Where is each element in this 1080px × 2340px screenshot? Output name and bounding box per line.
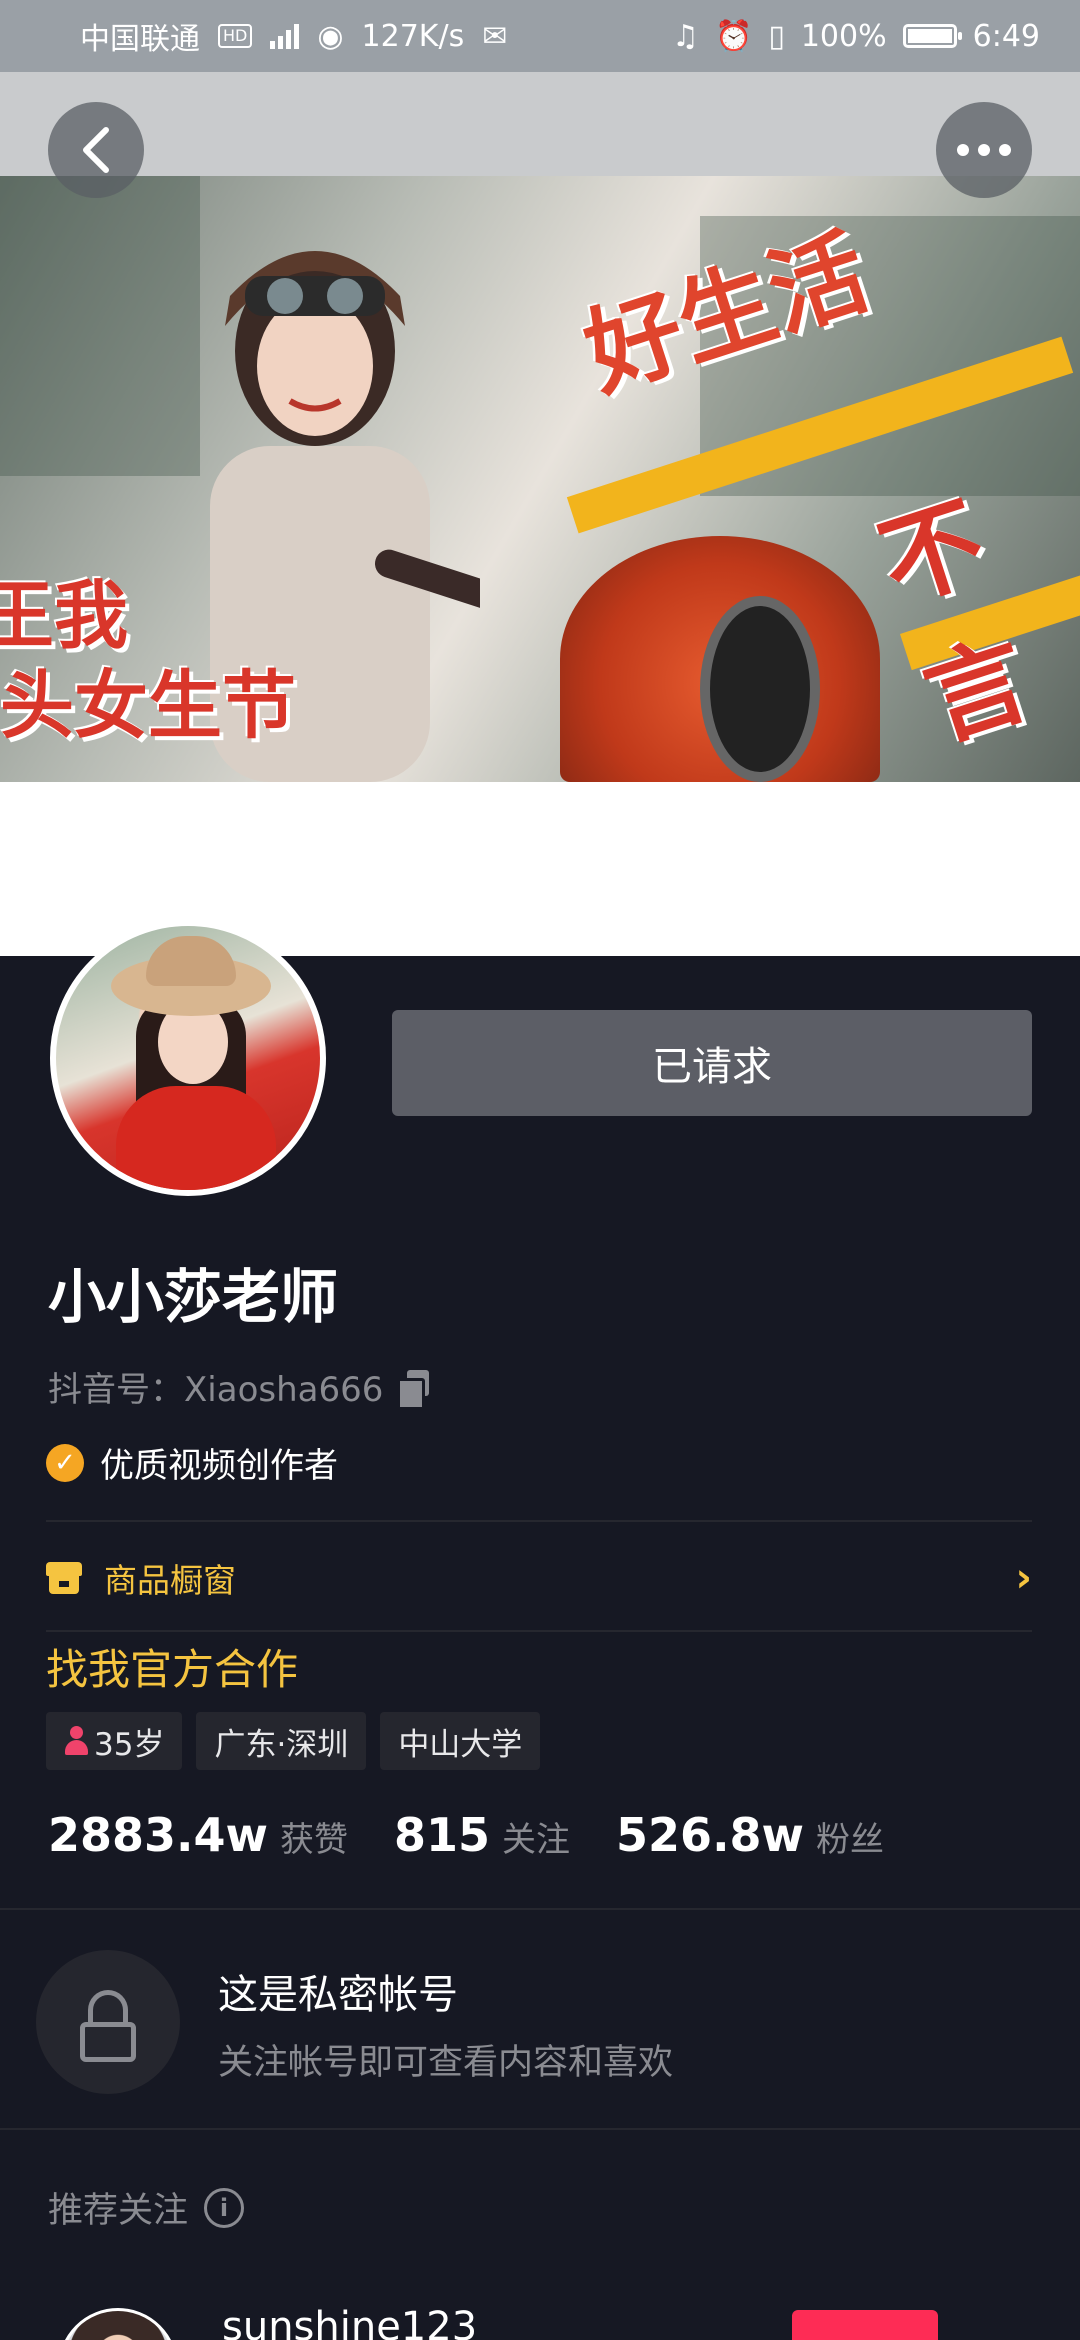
battery-fill [907,29,952,43]
cover-wheel [700,596,820,782]
recommend-user-name: sunshine123 [222,2304,478,2340]
private-account-notice: 这是私密帐号 关注帐号即可查看内容和喜欢 [0,1910,1080,2128]
divider [46,1520,1032,1522]
followers-label: 粉丝 [816,1820,885,1860]
alarm-icon: ⏰ [714,18,753,54]
clock: 6:49 [972,18,1040,54]
tag-school: 中山大学 [380,1712,541,1770]
vibrate-icon: ▯ [768,18,785,54]
followers-count: 526.8w [616,1808,805,1862]
shop-window-row[interactable]: 商品橱窗 › [46,1540,1032,1616]
profile-tags: 35岁 广东·深圳 中山大学 [46,1712,541,1770]
following-stat[interactable]: 815 关注 [394,1808,570,1862]
battery-percent: 100% [800,18,887,54]
copy-icon[interactable] [397,1369,431,1410]
network-speed: 127K/s [361,18,465,54]
hd-icon: HD [218,24,253,48]
battery-icon [902,24,962,48]
wechat-icon: ✉ [482,18,508,54]
status-right: ♫ ⏰ ▯ 100% 6:49 [672,19,1040,54]
recommend-header: 推荐关注 i [48,2182,245,2233]
divider [0,2128,1080,2130]
status-left: 中国联通 HD ◉ 127K/s ✉ [80,14,507,58]
info-icon[interactable]: i [204,2187,245,2228]
followers-stat[interactable]: 526.8w 粉丝 [616,1808,884,1862]
tag-age-label: 35岁 [94,1726,165,1763]
more-button[interactable] [936,102,1032,198]
carrier-name: 中国联通 [80,22,200,57]
lock-icon [36,1950,180,2094]
tag-age: 35岁 [46,1712,183,1770]
likes-count: 2883.4w [48,1808,269,1862]
chevron-left-icon [83,127,109,173]
likes-stat[interactable]: 2883.4w 获赞 [48,1808,348,1862]
tag-location: 广东·深圳 [196,1712,367,1770]
private-description: 关注帐号即可查看内容和喜欢 [218,2043,674,2083]
signal-icon [270,23,300,49]
back-button[interactable] [48,102,144,198]
profile-cover-image[interactable]: 好生活 王我 头女生节 不言 [0,176,1080,782]
following-label: 关注 [502,1820,571,1860]
douyin-id-row: 抖音号：Xiaosha666 [48,1362,431,1411]
avatar[interactable] [50,920,326,1196]
douyin-id-text: 抖音号：Xiaosha666 [48,1370,384,1410]
requested-button[interactable]: 已请求 [392,1010,1032,1116]
cover-text-right: 不言 [866,481,1043,762]
tag-location-label: 广东·深圳 [214,1726,349,1763]
cooperation-link[interactable]: 找我官方合作 [46,1636,298,1697]
verification-row: ✓ 优质视频创作者 [46,1438,338,1487]
divider [46,1630,1032,1632]
cover-text-left-2: 头女生节 [0,663,296,749]
female-icon [64,1726,88,1756]
wifi-icon: ◉ [317,18,344,54]
tag-school-label: 中山大学 [398,1726,523,1763]
headphones-icon: ♫ [672,18,699,54]
follow-button[interactable] [792,2310,938,2340]
recommend-title: 推荐关注 [48,2191,189,2231]
avatar-hat-crown [146,936,236,986]
shop-window-label: 商品橱窗 [104,1561,236,1600]
likes-label: 获赞 [280,1820,349,1860]
recommend-user-avatar[interactable] [58,2308,178,2340]
private-title: 这是私密帐号 [218,1972,458,2018]
shop-icon [46,1562,82,1594]
recommend-user-item[interactable]: sunshine123 [0,2300,1080,2340]
verification-label: 优质视频创作者 [100,1446,338,1486]
check-badge-icon: ✓ [46,1443,84,1482]
following-count: 815 [394,1808,491,1862]
more-dots-icon [957,144,1011,156]
avatar-coat [116,1086,276,1190]
status-bar: 中国联通 HD ◉ 127K/s ✉ ♫ ⏰ ▯ 100% 6:49 [0,0,1080,72]
chevron-right-icon: › [1015,1555,1032,1601]
profile-nickname: 小小莎老师 [48,1263,339,1331]
profile-stats: 2883.4w 获赞 815 关注 526.8w 粉丝 [48,1808,930,1862]
top-nav-strip [0,72,1080,176]
